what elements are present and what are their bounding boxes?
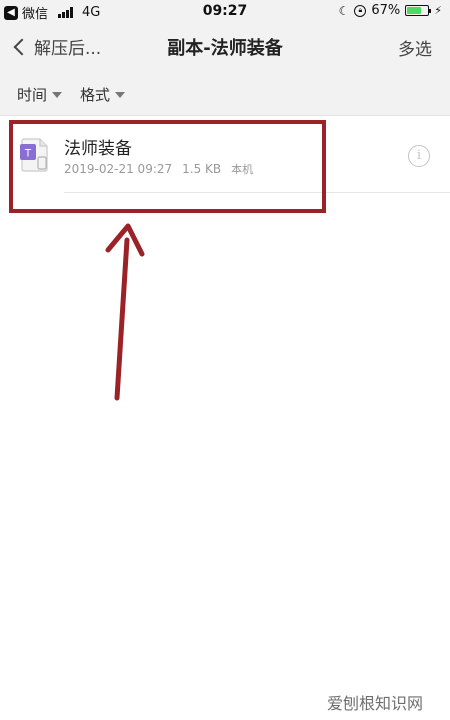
- file-date: 2019-02-21 09:27: [64, 162, 173, 176]
- file-location: 本机: [231, 163, 254, 176]
- time-filter-dropdown[interactable]: 时间: [17, 84, 63, 105]
- battery-fill: [407, 7, 421, 14]
- status-bar: ◀ 微信 4G 09:27 ☾ 🔒︎ 67% ⚡: [0, 0, 450, 24]
- rotation-lock-icon: 🔒︎: [354, 4, 367, 17]
- svg-text:T: T: [25, 148, 32, 160]
- battery-percent: 67%: [371, 3, 401, 18]
- charging-icon: ⚡: [434, 4, 442, 17]
- format-filter-label: 格式: [80, 86, 111, 104]
- caret-down-icon: [115, 91, 126, 98]
- row-divider: [64, 192, 450, 193]
- caret-down-icon: [52, 91, 63, 98]
- watermark: 爱刨根知识网: [327, 694, 424, 713]
- chevron-left-icon: [13, 38, 31, 55]
- info-icon[interactable]: i: [408, 145, 430, 167]
- battery-icon: [405, 5, 432, 16]
- file-name: 法师装备: [64, 139, 132, 159]
- status-right: ☾ 🔒︎ 67% ⚡: [339, 3, 442, 18]
- multi-select-button[interactable]: 多选: [398, 35, 432, 60]
- filter-bar: 时间 格式: [0, 70, 450, 116]
- file-size: 1.5 KB: [182, 162, 222, 176]
- file-list-item[interactable]: T 法师装备 2019-02-21 09:27 1.5 KB 本机: [0, 116, 450, 194]
- navigation-bar: 解压后... 副本-法师装备 多选: [0, 24, 450, 70]
- document-file-icon: T: [20, 138, 48, 172]
- moon-icon: ☾: [338, 3, 350, 18]
- back-label: 解压后...: [34, 39, 102, 59]
- format-filter-dropdown[interactable]: 格式: [80, 84, 126, 105]
- time-filter-label: 时间: [17, 86, 48, 104]
- file-meta: 2019-02-21 09:27 1.5 KB 本机: [64, 161, 253, 177]
- back-button[interactable]: 解压后...: [12, 34, 101, 59]
